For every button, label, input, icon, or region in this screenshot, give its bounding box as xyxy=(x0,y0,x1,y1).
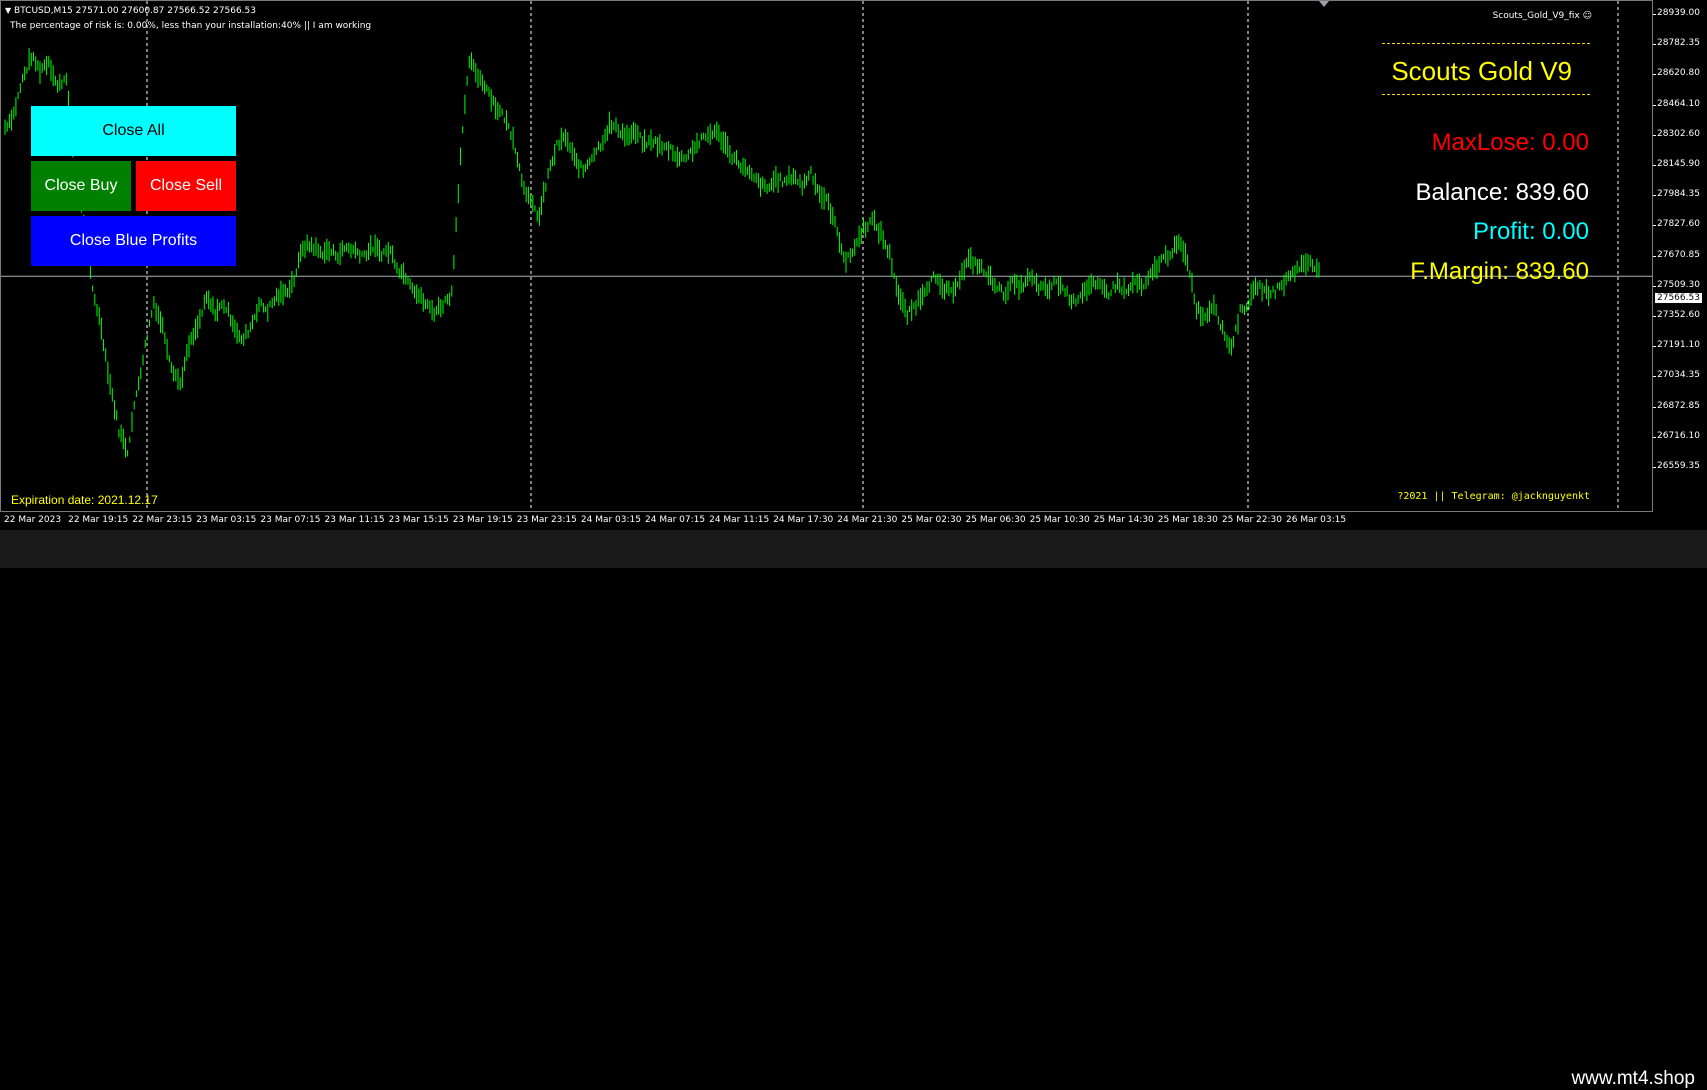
price-tick xyxy=(1653,376,1656,378)
symbol-info: ▼ BTCUSD,M15 27571.00 27600.87 27566.52 … xyxy=(5,6,256,16)
price-tick xyxy=(1653,255,1656,257)
watermark-text: www.mt4.shop xyxy=(1571,1068,1695,1089)
price-axis[interactable]: 27566.53 28939.00 28782.35 28620.80 28464.1… xyxy=(1653,0,1707,530)
price-axis-label: 27191.10 xyxy=(1657,340,1700,351)
price-axis-label: 26559.35 xyxy=(1657,461,1700,471)
time-axis-label: 25 Mar 02:30 xyxy=(901,515,962,525)
menu-triangle-icon[interactable]: ▼ xyxy=(5,6,11,15)
price-axis-label: 28302.60 xyxy=(1657,128,1700,139)
time-axis-label: 25 Mar 06:30 xyxy=(965,515,1026,525)
bottom-bar: www.mt4.shop xyxy=(0,530,1707,1089)
time-axis-label: 25 Mar 22:30 xyxy=(1221,515,1282,525)
current-price-label: 27566.53 xyxy=(1655,293,1702,303)
time-axis-label: 24 Mar 07:15 xyxy=(645,515,706,525)
price-tick xyxy=(1653,316,1656,317)
free-margin-value: F.Margin: 839.60 xyxy=(1410,258,1589,285)
price-axis-label: 28145.90 xyxy=(1657,159,1700,169)
price-axis-label: 27670.85 xyxy=(1657,249,1700,260)
close-blue-profits-button[interactable]: Close Blue Profits xyxy=(31,216,236,266)
smiley-icon: ☺ xyxy=(1582,11,1592,21)
time-axis-label: 23 Mar 15:15 xyxy=(388,515,449,525)
price-axis-label: 28620.80 xyxy=(1657,68,1700,79)
price-tick xyxy=(1653,165,1656,166)
price-tick xyxy=(1653,195,1656,197)
time-axis-label: 23 Mar 03:15 xyxy=(196,515,257,525)
chart-area[interactable]: ▼ BTCUSD,M15 27571.00 27600.87 27566.52 … xyxy=(0,0,1653,512)
time-axis-label: 23 Mar 07:15 xyxy=(260,515,321,525)
profit-value: Profit: 0.00 xyxy=(1472,218,1589,245)
time-axis-label: 24 Mar 11:15 xyxy=(709,515,770,525)
time-axis[interactable]: 22 Mar 2023 22 Mar 19:15 22 Mar 23:15 23 Ma… xyxy=(0,512,1653,530)
price-axis-label: 27034.35 xyxy=(1657,370,1700,381)
time-axis-label: 24 Mar 03:15 xyxy=(580,515,641,525)
price-tick xyxy=(1653,74,1656,76)
time-axis-label: 22 Mar 23:15 xyxy=(132,515,193,525)
price-axis-label: 26872.85 xyxy=(1657,400,1700,411)
price-axis-label: 28939.00 xyxy=(1657,8,1700,18)
ea-label: Scouts_Gold_V9_fix ☺ xyxy=(1492,11,1592,21)
time-axis-label: 25 Mar 14:30 xyxy=(1093,515,1154,525)
balance-value: Balance: 839.60 xyxy=(1415,179,1589,206)
time-axis-label: 24 Mar 17:30 xyxy=(773,515,834,525)
time-axis-label: 25 Mar 10:30 xyxy=(1029,515,1090,525)
price-axis-label: 28782.35 xyxy=(1657,38,1700,49)
price-tick xyxy=(1653,346,1656,348)
title-divider-bottom xyxy=(1382,94,1590,95)
time-axis-label: 22 Mar 2023 xyxy=(4,515,62,525)
max-lose-value: MaxLose: 0.00 xyxy=(1431,129,1589,156)
title-divider-top xyxy=(1382,43,1590,44)
time-axis-label: 26 Mar 03:15 xyxy=(1286,515,1347,525)
time-axis-label: 24 Mar 21:30 xyxy=(837,515,898,525)
price-axis-label: 27352.60 xyxy=(1657,310,1700,320)
price-tick xyxy=(1653,436,1656,438)
time-axis-label: 23 Mar 19:15 xyxy=(452,515,513,525)
close-all-button[interactable]: Close All xyxy=(31,106,236,156)
price-axis-label: 27984.35 xyxy=(1657,189,1700,200)
price-tick xyxy=(1653,406,1656,408)
time-axis-label: 25 Mar 18:30 xyxy=(1157,515,1218,525)
price-tick xyxy=(1653,225,1656,227)
close-sell-button[interactable]: Close Sell xyxy=(136,161,236,211)
telegram-contact: ?2021 || Telegram: @jacknguyenkt xyxy=(1397,491,1590,502)
price-tick xyxy=(1653,285,1656,287)
price-axis-label: 27827.60 xyxy=(1657,219,1700,230)
price-tick xyxy=(1653,134,1656,136)
expiration-date: Expiration date: 2021.12.17 xyxy=(11,493,158,507)
price-tick xyxy=(1653,44,1656,46)
time-axis-label: 23 Mar 11:15 xyxy=(324,515,385,525)
price-axis-label: 26716.10 xyxy=(1657,430,1700,441)
panel-title: Scouts Gold V9 xyxy=(1391,56,1572,86)
price-tick xyxy=(1653,14,1656,15)
price-tick xyxy=(1653,467,1656,468)
chart-shift-marker[interactable] xyxy=(1319,1,1329,7)
close-buy-button[interactable]: Close Buy xyxy=(31,161,131,211)
price-axis-label: 27509.30 xyxy=(1657,279,1700,290)
time-axis-label: 23 Mar 23:15 xyxy=(516,515,577,525)
price-tick xyxy=(1653,104,1656,106)
risk-status: The percentage of risk is: 0.00%, less t… xyxy=(10,21,372,31)
price-axis-label: 28464.10 xyxy=(1657,98,1700,109)
time-axis-label: 22 Mar 19:15 xyxy=(68,515,129,525)
